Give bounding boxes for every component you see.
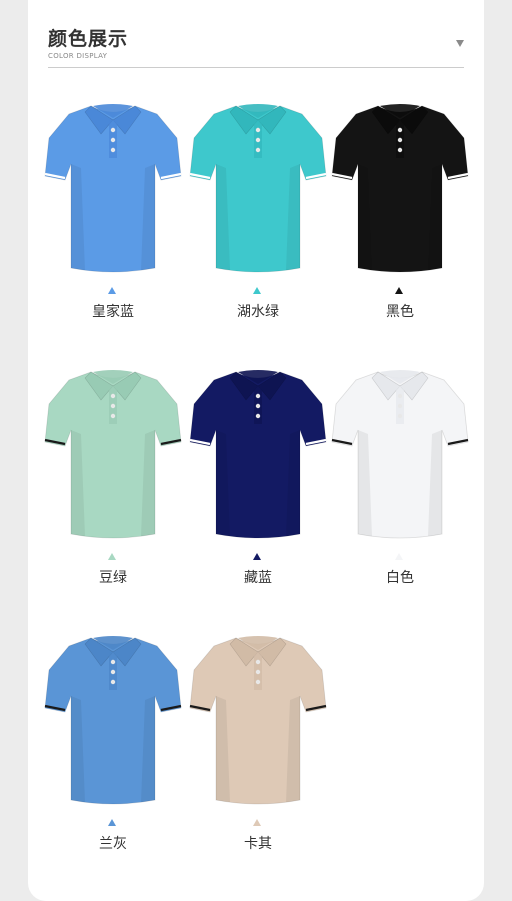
color-label: 皇家蓝 (92, 304, 134, 320)
section-subtitle: COLOR DISPLAY (48, 52, 108, 60)
color-label: 藏蓝 (244, 570, 272, 586)
triangle-up-icon (253, 287, 261, 294)
color-item[interactable]: 湖水绿 (186, 98, 330, 334)
color-item[interactable]: 卡其 (186, 630, 330, 866)
color-item[interactable]: 豆绿 (41, 364, 185, 600)
color-label: 兰灰 (99, 836, 127, 852)
polo-shirt-image[interactable] (186, 630, 330, 810)
triangle-up-icon (253, 819, 261, 826)
content-card: 颜色展示 COLOR DISPLAY 皇家蓝 湖水绿 黑色豆绿 藏蓝 白色兰灰 卡其 (28, 0, 484, 901)
triangle-up-icon (108, 287, 116, 294)
triangle-up-icon (395, 553, 403, 560)
header-divider (48, 67, 464, 68)
section-title: 颜色展示 (48, 28, 129, 50)
color-item[interactable]: 皇家蓝 (41, 98, 185, 334)
polo-shirt-image[interactable] (186, 364, 330, 544)
polo-shirt-image[interactable] (41, 98, 185, 278)
triangle-up-icon (108, 819, 116, 826)
triangle-up-icon (108, 553, 116, 560)
section-header: 颜色展示 COLOR DISPLAY (48, 26, 464, 60)
color-item[interactable]: 兰灰 (41, 630, 185, 866)
polo-shirt-image[interactable] (41, 630, 185, 810)
color-label: 卡其 (244, 836, 272, 852)
polo-shirt-image[interactable] (41, 364, 185, 544)
color-label: 豆绿 (99, 570, 127, 586)
color-label: 黑色 (386, 304, 414, 320)
polo-shirt-image[interactable] (328, 98, 472, 278)
polo-shirt-image[interactable] (328, 364, 472, 544)
polo-shirt-image[interactable] (186, 98, 330, 278)
color-label: 湖水绿 (237, 304, 279, 320)
color-item[interactable]: 黑色 (328, 98, 472, 334)
triangle-up-icon (253, 553, 261, 560)
color-item[interactable]: 白色 (328, 364, 472, 600)
color-item[interactable]: 藏蓝 (186, 364, 330, 600)
color-label: 白色 (386, 570, 414, 586)
triangle-down-icon[interactable] (456, 40, 464, 47)
triangle-up-icon (395, 287, 403, 294)
